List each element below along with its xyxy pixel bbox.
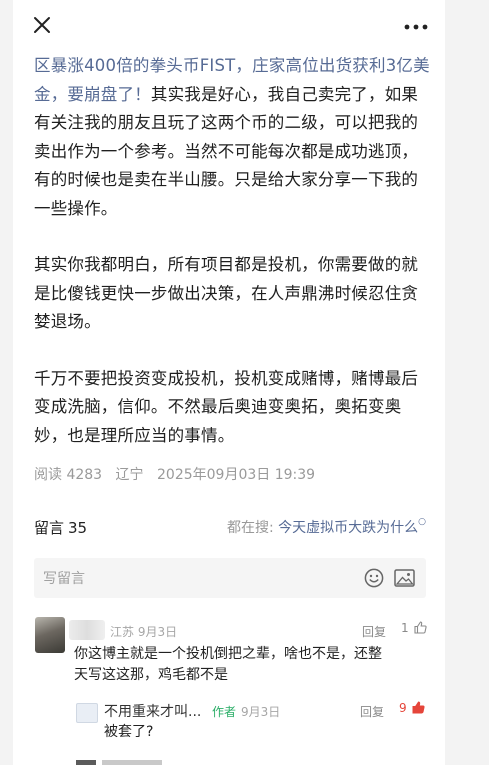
publish-datetime: 2025年09月03日 19:39 <box>157 467 316 483</box>
more-icon <box>404 24 428 30</box>
comment-placeholder: 写留言 <box>43 571 85 587</box>
trending-prefix: 都在搜: <box>226 520 274 536</box>
article-body: 区暴涨400倍的拳头币FIST，庄家高位出货获利3亿美金，要崩盘了！其实我是好心… <box>34 52 430 478</box>
reply-text: 被套了? <box>104 724 154 740</box>
comment-text: 你这博主就是一个投机倒把之辈，啥也不是，还整 天写这这那，鸡毛都不是 <box>74 644 382 686</box>
avatar[interactable] <box>35 617 65 653</box>
like-button[interactable]: 1 <box>401 621 428 635</box>
comments-label: 留言 <box>34 519 65 537</box>
next-comment-partial <box>76 758 276 765</box>
paragraph-3: 千万不要把投资变成投机，投机变成赌博，赌博最后变成洗脑，信仰。不然最后奥迪变奥拓… <box>34 368 419 445</box>
author-tag: 作者 <box>212 705 237 719</box>
search-icon: ○ <box>418 517 426 527</box>
like-count: 9 <box>399 701 407 715</box>
article-sheet: 区暴涨400倍的拳头币FIST，庄家高位出货获利3亿美金，要崩盘了！其实我是好心… <box>13 0 445 765</box>
author-avatar[interactable] <box>76 703 98 723</box>
close-button[interactable] <box>31 14 53 36</box>
more-button[interactable] <box>403 18 429 30</box>
reply-button[interactable]: 回复 <box>360 703 384 720</box>
comments-header: 留言 35 都在搜: 今天虚拟币大跌为什么○ <box>34 517 426 539</box>
paragraph-1: 区暴涨400倍的拳头币FIST，庄家高位出货获利3亿美金，要崩盘了！其实我是好心… <box>34 52 430 223</box>
avatar <box>76 760 96 765</box>
paragraph-2: 其实你我都明白，所有项目都是投机，你需要做的就是比傻钱更快一步做出决策，在人声鼎… <box>34 255 419 331</box>
comments-title: 留言 35 <box>34 517 87 538</box>
image-icon[interactable] <box>394 569 415 587</box>
like-button-active[interactable]: 9 <box>399 701 426 715</box>
location: 辽宁 <box>115 467 144 483</box>
comment-text-line-1: 你这博主就是一个投机倒把之辈，啥也不是，还整 <box>74 646 382 662</box>
commenter-name-partial <box>102 760 162 765</box>
top-bar <box>13 0 445 48</box>
author-name: 不用重来才叫... <box>104 704 202 720</box>
article-meta: 阅读 4283 辽宁 2025年09月03日 19:39 <box>34 464 324 484</box>
read-count: 阅读 4283 <box>34 467 103 483</box>
emoji-icon[interactable] <box>364 568 384 588</box>
thumb-up-icon <box>414 621 428 634</box>
reply-date: 9月3日 <box>241 705 281 719</box>
trending-link[interactable]: 今天虚拟币大跌为什么 <box>278 520 418 536</box>
reply-button[interactable]: 回复 <box>362 623 386 640</box>
comments-count: 35 <box>68 519 88 537</box>
paragraph-1-text: 其实我是好心，我自己卖完了，如果有关注我的朋友且玩了这两个币的二级，可以把我的卖… <box>34 84 419 218</box>
comment-text-line-2: 天写这这那，鸡毛都不是 <box>74 667 228 683</box>
close-icon <box>34 17 50 33</box>
trending-search[interactable]: 都在搜: 今天虚拟币大跌为什么○ <box>227 517 426 537</box>
like-count: 1 <box>401 621 409 635</box>
commenter-name-blurred <box>69 620 105 640</box>
thumb-up-icon <box>412 701 426 714</box>
comment-meta: 江苏 9月3日 <box>110 625 178 639</box>
comment-input[interactable]: 写留言 <box>34 558 426 598</box>
